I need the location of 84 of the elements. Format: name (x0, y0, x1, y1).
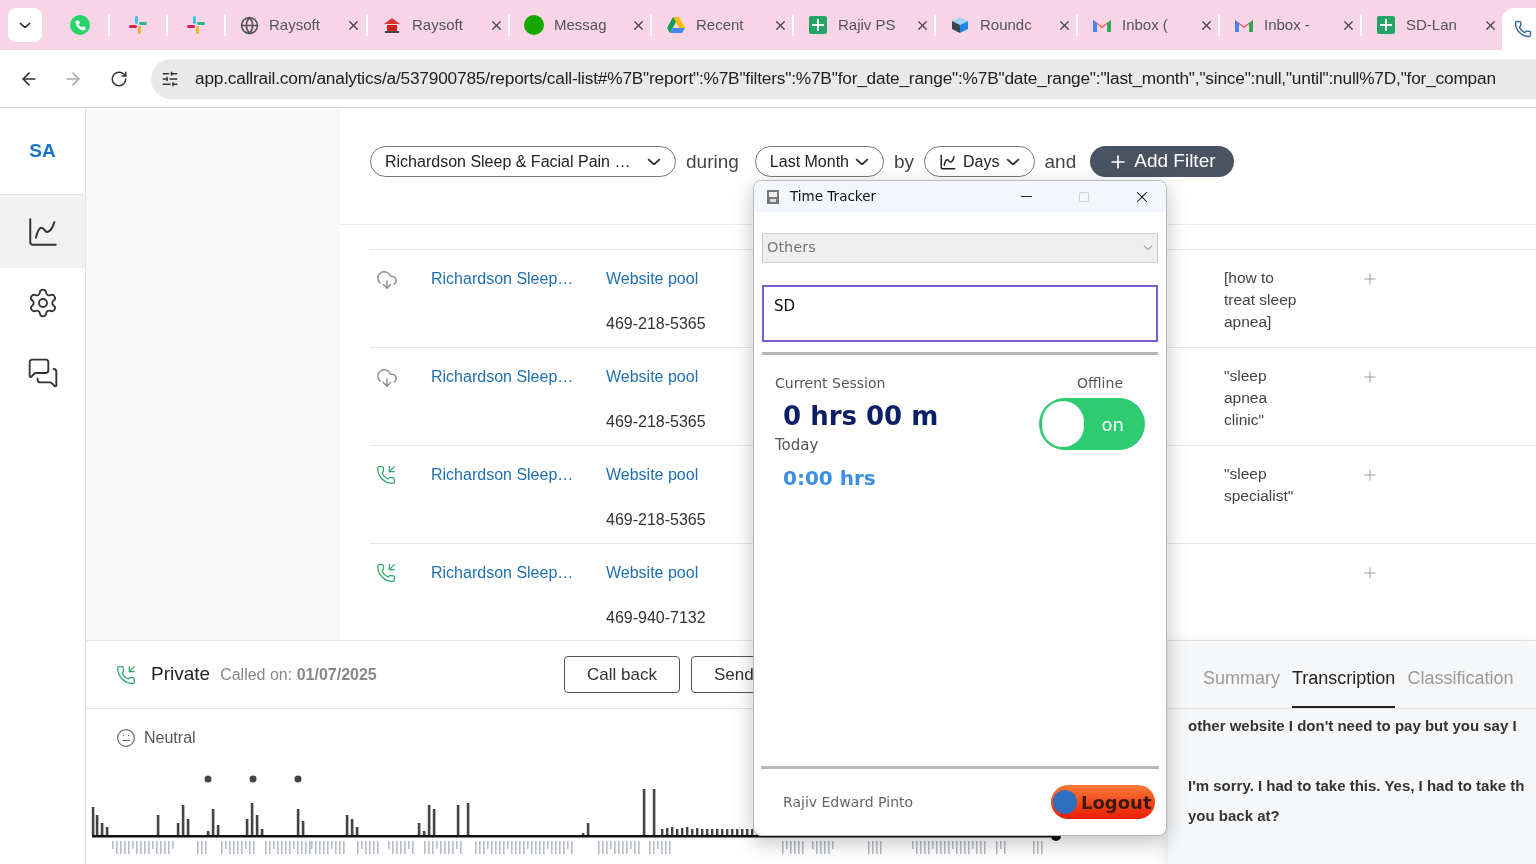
today-time: 0:00 hrs (783, 464, 877, 492)
logo-icon (382, 15, 402, 35)
line-chart-icon (939, 152, 958, 171)
incoming-call-icon (116, 664, 136, 685)
keyword-text: "sleep specialist" (1224, 464, 1295, 506)
phone-number: 469-940-7132 (606, 608, 706, 628)
detail-tab[interactable]: Transcription (1292, 665, 1396, 708)
cloud-download-icon (376, 269, 398, 291)
toggle-knob (1042, 401, 1084, 447)
cloud-download-icon (376, 367, 398, 389)
session-label: Current Session (775, 374, 887, 393)
keyword-text: "sleep apnea clinic" (1224, 366, 1269, 430)
company-link[interactable]: Richardson Sleep… (431, 267, 606, 291)
spreadsheet-icon (1376, 15, 1396, 35)
circle-logo-icon (524, 15, 544, 35)
browser-tab[interactable]: Inbox ( (1078, 4, 1218, 46)
minimize-icon (1020, 196, 1032, 197)
mail-icon (1092, 17, 1112, 33)
source-link[interactable]: Website pool (606, 463, 699, 487)
caret-icon (1005, 157, 1020, 166)
filter-connector: and (1044, 150, 1077, 174)
incoming-call-icon (376, 563, 396, 583)
source-link[interactable]: Website pool (606, 365, 699, 389)
chat-bubble-icon (70, 15, 90, 35)
company-link[interactable]: Richardson Sleep… (431, 365, 606, 389)
sidebar-item[interactable] (0, 195, 85, 268)
phone-number: 469-218-5365 (606, 314, 706, 334)
browser-tab[interactable]: Raysoft (368, 4, 508, 46)
browser-tab[interactable]: SD-Lan (1362, 4, 1502, 46)
transcript-paragraph: I'm sorry. I had to take this. Yes, I had to take th you back at? (1188, 776, 1526, 826)
maximize-icon (1078, 190, 1090, 203)
plus-icon (1361, 368, 1379, 386)
phone-number: 469-218-5365 (606, 510, 706, 530)
window-title: Time Tracker (790, 187, 877, 207)
company-link[interactable]: Richardson Sleep… (431, 463, 606, 487)
browser-tab[interactable]: Recent (652, 4, 792, 46)
phone-number: 469-218-5365 (606, 412, 706, 432)
caret-icon (19, 21, 31, 29)
incoming-call-icon (376, 465, 396, 485)
globe-icon (240, 15, 259, 35)
transcript-paragraph: other website I don't need to pay but you say I (1188, 716, 1518, 736)
cube-icon (950, 15, 970, 35)
pinwheel-icon (186, 15, 206, 35)
category-select[interactable]: Others (762, 233, 1158, 263)
logout-button[interactable]: Logout (1051, 785, 1155, 819)
phone-icon (1514, 20, 1532, 38)
source-link[interactable]: Website pool (606, 267, 699, 291)
site-info-icon (161, 69, 179, 88)
session-time: 0 hrs 00 m (783, 400, 939, 433)
caret-icon (647, 157, 661, 166)
browser-tab[interactable]: Inbox - (1220, 4, 1360, 46)
caret-icon (855, 157, 869, 166)
mail-icon (1234, 17, 1254, 33)
browser-tab[interactable]: Roundc (936, 4, 1076, 46)
reload-icon (110, 69, 128, 88)
spreadsheet-icon (808, 15, 828, 35)
caret-icon (1143, 245, 1153, 251)
sentiment-label: Neutral (144, 728, 196, 748)
messages-icon (26, 357, 59, 389)
pinwheel-icon (128, 15, 148, 35)
status-label: Offline (1077, 374, 1123, 393)
triangle-logo-icon (666, 16, 686, 34)
caller-name: Private (151, 662, 211, 687)
action-button[interactable]: Call back (564, 656, 680, 693)
address-field[interactable]: app.callrail.com/analytics/a/537900785/reports/call-list#%7B"report":%7B"filters":%7B"for_date_range":%7B"date_range":"last_month","since":null,"until":null%7D,"for_compan (151, 58, 1536, 99)
plus-icon (1361, 466, 1379, 484)
browser-tab[interactable]: Raysoft (226, 4, 366, 46)
app-icon (765, 188, 781, 205)
browser-tab[interactable]: Rajiv PS (794, 4, 934, 46)
plus-icon (1361, 564, 1379, 582)
filter-connector: during (686, 150, 739, 174)
keyword-text: [how to treat sleep apnea] (1224, 268, 1298, 332)
today-label: Today (775, 435, 820, 456)
add-filter-button[interactable]: Add Filter (1090, 146, 1234, 177)
task-input[interactable]: SD (762, 285, 1158, 342)
source-link[interactable]: Website pool (606, 561, 699, 585)
plus-icon (1361, 270, 1379, 288)
neutral-face-icon (116, 728, 136, 748)
company-link[interactable]: Richardson Sleep… (431, 561, 606, 585)
account-initials: SA (29, 138, 56, 163)
browser-tab[interactable]: Messag (510, 4, 650, 46)
filter-connector: by (894, 150, 915, 174)
call-date: Called on: 01/07/2025 (220, 664, 377, 685)
user-name: Rajiv Edward Pinto (783, 792, 914, 812)
